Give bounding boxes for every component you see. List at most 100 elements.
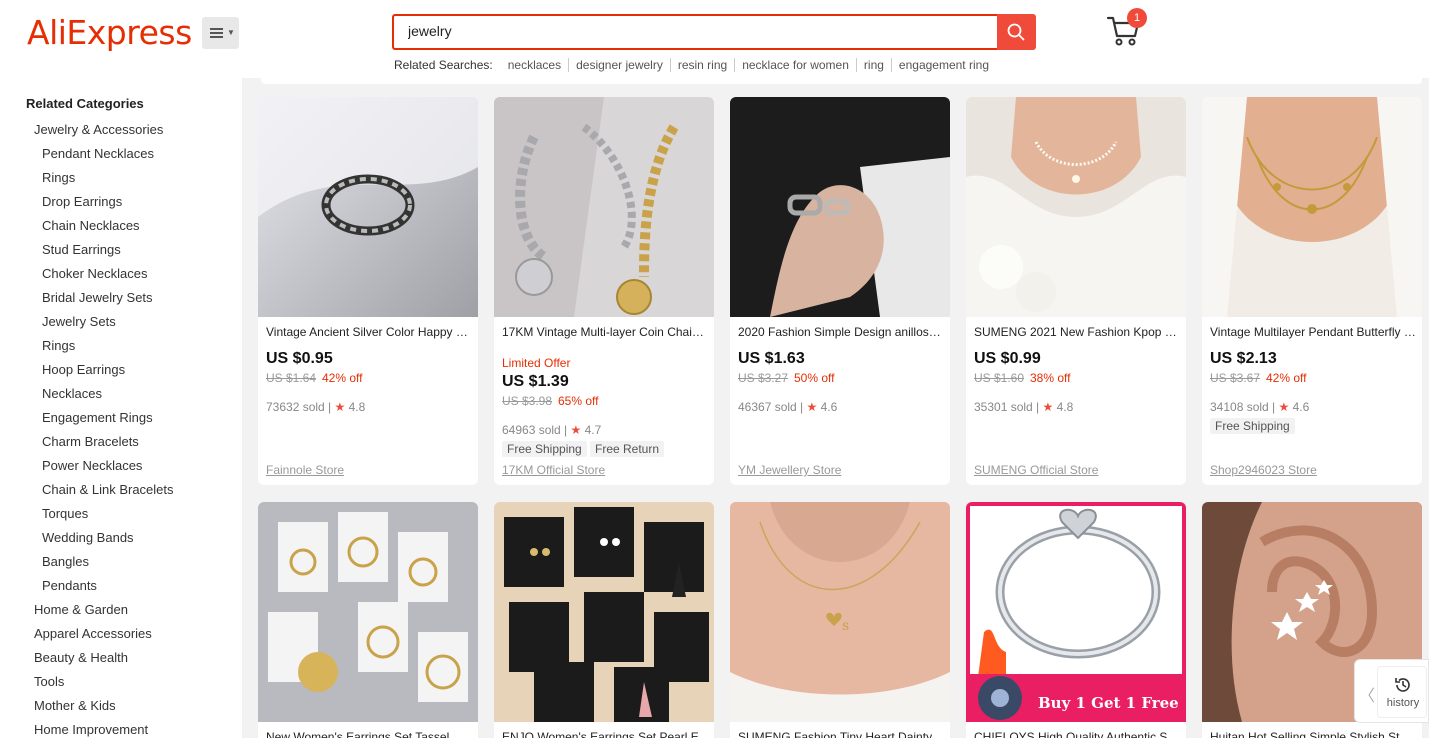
product-title[interactable]: Vintage Ancient Silver Color Happy Smile… [266, 325, 472, 339]
discount: 38% off [1030, 371, 1071, 385]
store-link[interactable]: Shop2946023 Store [1210, 463, 1317, 477]
category-item[interactable]: Home & Garden [0, 598, 174, 622]
related-search-link[interactable]: necklace for women [735, 58, 857, 72]
free-shipping-tag: Free Shipping [1210, 418, 1295, 434]
original-price: US $3.27 [738, 371, 789, 385]
related-search-link[interactable]: engagement ring [892, 58, 996, 72]
rating: 4.6 [1292, 400, 1310, 414]
rating: 4.8 [1056, 400, 1074, 414]
store-link[interactable]: Fainnole Store [266, 463, 344, 477]
results-header-strip [261, 78, 1422, 84]
category-item[interactable]: Jewelry & Accessories [0, 118, 174, 142]
aliexpress-logo[interactable]: AliExpress [27, 13, 192, 52]
store-link[interactable]: SUMENG Official Store [974, 463, 1098, 477]
product-title[interactable]: New Women's Earrings Set Tassel [266, 730, 472, 738]
product-image[interactable] [730, 97, 950, 317]
original-price: US $1.64 [266, 371, 317, 385]
sales-rating: 46367 sold | ★ 4.6 [738, 400, 838, 414]
collapse-arrow-icon[interactable]: 〈 [1359, 682, 1375, 706]
original-price: US $3.98 [502, 394, 553, 408]
sold-count: 34108 sold [1210, 400, 1269, 414]
discount: 50% off [794, 371, 835, 385]
category-item[interactable]: Wedding Bands [0, 526, 174, 550]
rating: 4.6 [820, 400, 838, 414]
category-item[interactable]: Jewelry Sets [0, 310, 174, 334]
category-item[interactable]: Tools [0, 670, 174, 694]
category-item[interactable]: Choker Necklaces [0, 262, 174, 286]
related-search-link[interactable]: resin ring [670, 58, 736, 72]
sales-rating: 64963 sold | ★ 4.7 [502, 423, 602, 437]
product-image[interactable] [494, 97, 714, 317]
related-search-link[interactable]: necklaces [500, 58, 570, 72]
related-categories-sidebar: Related Categories Jewelry & Accessories… [0, 78, 242, 738]
product-image[interactable] [966, 97, 1186, 317]
product-image[interactable] [494, 502, 714, 722]
product-title[interactable]: Huitan Hot Selling Simple Stylish St [1210, 730, 1416, 738]
history-button[interactable]: history [1377, 666, 1427, 718]
discount: 42% off [322, 371, 363, 385]
product-price: US $1.39 [502, 373, 569, 390]
product-card[interactable]: 2020 Fashion Simple Design anillos Rings… [730, 97, 950, 485]
category-item[interactable]: Power Necklaces [0, 454, 174, 478]
category-item[interactable]: Pendants [0, 574, 174, 598]
product-card[interactable]: Vintage Multilayer Pendant Butterfly Nec… [1202, 97, 1422, 485]
product-card[interactable]: 17KM Vintage Multi-layer Coin Chain Neck… [494, 97, 714, 485]
related-searches: Related Searches: necklaces designer jewel… [394, 58, 996, 72]
product-card[interactable]: ENJO Women's Earrings Set Pearl E [494, 502, 714, 738]
product-card[interactable]: Vintage Ancient Silver Color Happy Smile… [258, 97, 478, 485]
category-item[interactable]: Mother & Kids [0, 694, 174, 718]
product-title[interactable]: 17KM Vintage Multi-layer Coin Chain Neck… [502, 325, 708, 339]
sales-rating: 34108 sold | ★ 4.6 [1210, 400, 1310, 414]
category-item[interactable]: Charm Bracelets [0, 430, 174, 454]
sold-count: 64963 sold [502, 423, 561, 437]
product-title[interactable]: Vintage Multilayer Pendant Butterfly Nec… [1210, 325, 1416, 339]
category-item[interactable]: Engagement Rings [0, 406, 174, 430]
category-item[interactable]: Chain Necklaces [0, 214, 174, 238]
product-image[interactable] [258, 502, 478, 722]
product-title[interactable]: ENJO Women's Earrings Set Pearl E [502, 730, 708, 738]
star-icon: ★ [334, 400, 346, 414]
category-item[interactable]: Apparel Accessories [0, 622, 174, 646]
product-image[interactable] [1202, 97, 1422, 317]
category-item[interactable]: Pendant Necklaces [0, 142, 174, 166]
related-categories-title: Related Categories [26, 96, 144, 111]
category-item[interactable]: Torques [0, 502, 174, 526]
product-image[interactable]: Buy 1 Get 1 Free [966, 502, 1186, 722]
category-list: Jewelry & Accessories Pendant Necklaces Ri… [0, 118, 174, 738]
search-input[interactable] [408, 23, 968, 39]
product-image[interactable] [258, 97, 478, 317]
category-item[interactable]: Drop Earrings [0, 190, 174, 214]
product-title[interactable]: SUMENG 2021 New Fashion Kpop Pearl Choke… [974, 325, 1180, 339]
free-return-tag: Free Return [590, 441, 665, 457]
sold-count: 35301 sold [974, 400, 1033, 414]
category-item[interactable]: Bridal Jewelry Sets [0, 286, 174, 310]
category-item[interactable]: Necklaces [0, 382, 174, 406]
original-price: US $1.60 [974, 371, 1025, 385]
product-card[interactable]: SUMENG 2021 New Fashion Kpop Pearl Choke… [966, 97, 1186, 485]
sold-count: 73632 sold [266, 400, 325, 414]
category-item[interactable]: Bangles [0, 550, 174, 574]
rating: 4.8 [348, 400, 366, 414]
category-menu-button[interactable]: ▼ [202, 17, 239, 49]
category-item[interactable]: Hoop Earrings [0, 358, 174, 382]
product-card[interactable]: s SUMENG Fashion Tiny Heart Dainty [730, 502, 950, 738]
related-search-link[interactable]: ring [856, 58, 892, 72]
product-title[interactable]: 2020 Fashion Simple Design anillos Rings… [738, 325, 944, 339]
product-image[interactable]: s [730, 502, 950, 722]
category-item[interactable]: Rings [0, 166, 174, 190]
product-card[interactable]: Buy 1 Get 1 Free CHIELOYS High Quality A… [966, 502, 1186, 738]
category-item[interactable]: Rings [0, 334, 174, 358]
category-item[interactable]: Stud Earrings [0, 238, 174, 262]
product-title[interactable]: SUMENG Fashion Tiny Heart Dainty [738, 730, 944, 738]
product-title[interactable]: CHIELOYS High Quality Authentic S [974, 730, 1180, 738]
category-item[interactable]: Chain & Link Bracelets [0, 478, 174, 502]
store-link[interactable]: 17KM Official Store [502, 463, 605, 477]
category-item[interactable]: Home Improvement [0, 718, 174, 738]
product-card[interactable]: New Women's Earrings Set Tassel [258, 502, 478, 738]
category-item[interactable]: Beauty & Health [0, 646, 174, 670]
free-shipping-tag: Free Shipping [502, 441, 587, 457]
store-link[interactable]: YM Jewellery Store [738, 463, 841, 477]
search-button[interactable] [997, 14, 1036, 50]
related-search-link[interactable]: designer jewelry [569, 58, 671, 72]
search-box [392, 14, 998, 50]
